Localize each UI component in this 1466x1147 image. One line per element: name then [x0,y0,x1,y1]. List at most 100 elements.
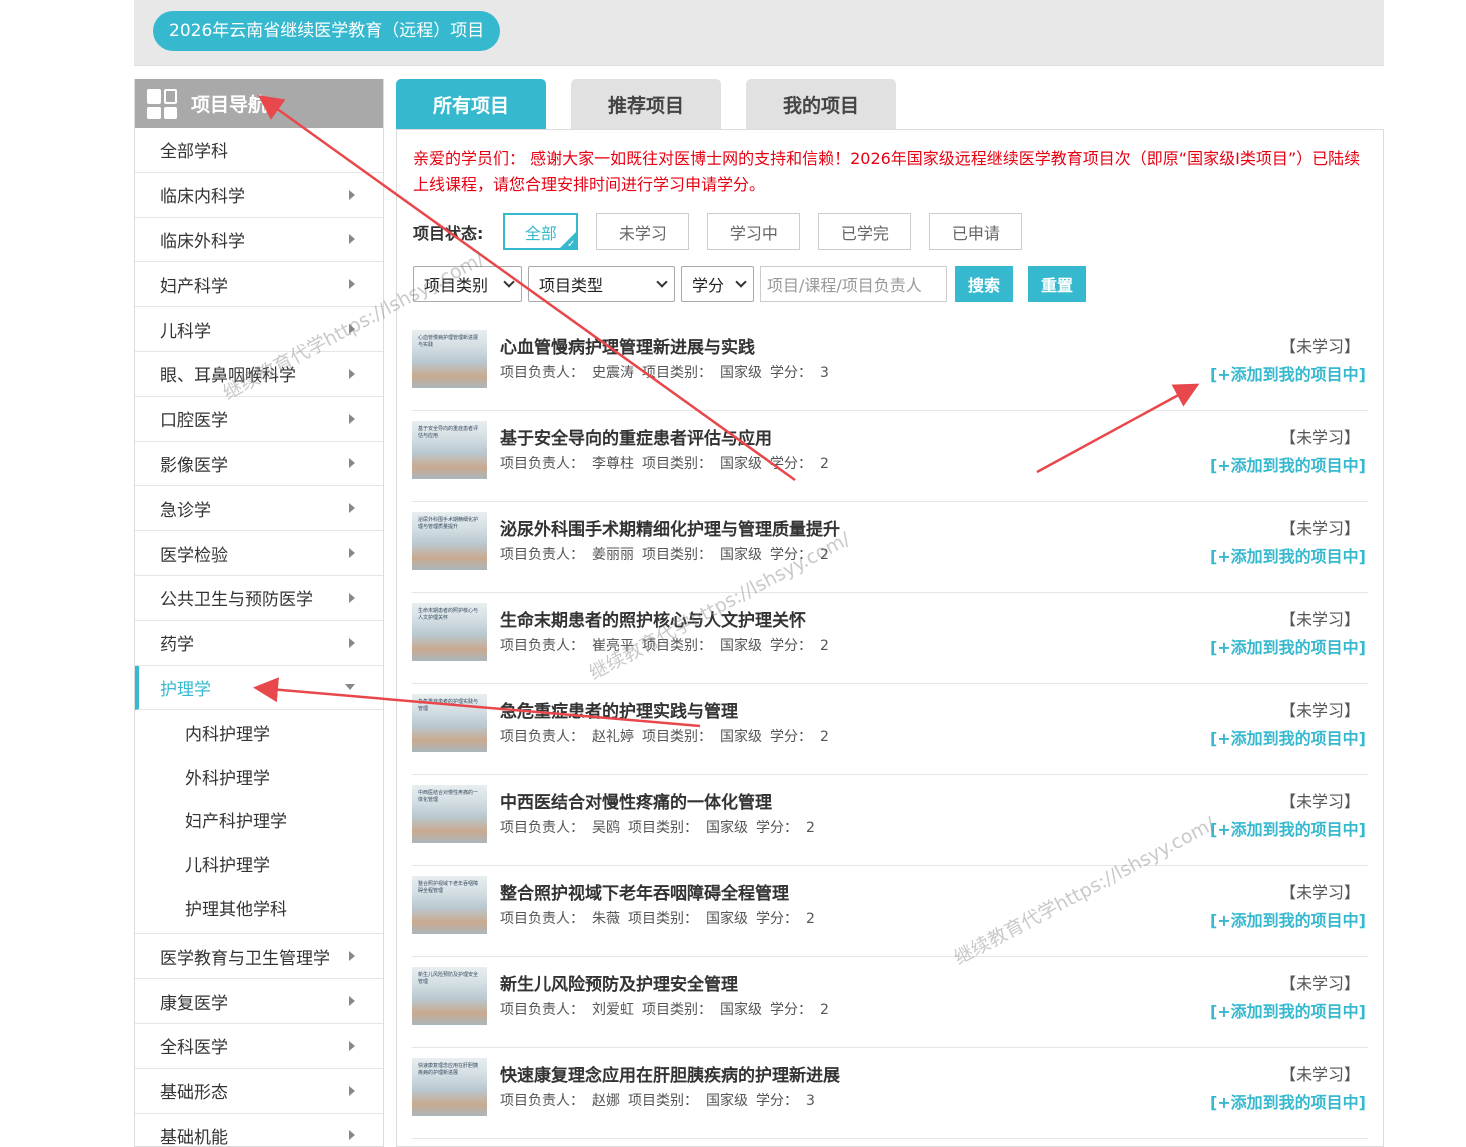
sidebar-item[interactable]: 全部学科 [135,128,383,173]
course-thumbnail[interactable]: 心血管慢病护理管理新进展与实践 [412,330,487,388]
category-value: 国家级 [720,547,762,563]
type-select[interactable]: 项目类型 [528,266,675,302]
course-title[interactable]: 泌尿外科围手术期精细化护理与管理质量提升 [500,515,840,540]
credit-value: 2 [820,638,829,654]
sidebar-item[interactable]: 基础形态 [135,1069,383,1114]
add-to-my-projects-link[interactable]: [+添加到我的项目中] [1210,1089,1366,1113]
sidebar-item-label: 医学检验 [160,545,228,566]
category-label: 项目类别： [628,911,698,927]
course-thumbnail[interactable]: 基于安全导向的重症患者评估与应用 [412,421,487,479]
category-label: 项目类别： [628,1093,698,1109]
sidebar-item[interactable]: 护理学 [135,665,383,711]
add-to-my-projects-link[interactable]: [+添加到我的项目中] [1210,907,1366,931]
sidebar-item-label: 全科医学 [160,1038,228,1059]
sidebar-item[interactable]: 临床内科学 [135,173,383,218]
status-filter: 项目状态: 全部 ✓ 未学习 学习中 已学完 已申请 [413,213,1040,250]
add-to-my-projects-link[interactable]: [+添加到我的项目中] [1210,634,1366,658]
course-thumbnail[interactable]: 快速康复理念应用在肝胆胰疾病的护理新进展 [412,1058,487,1116]
add-to-my-projects-link[interactable]: [+添加到我的项目中] [1210,361,1366,385]
sidebar-subitem[interactable]: 内科护理学 [135,710,383,754]
caret-right-icon [349,951,355,962]
credit-label: 学分： [770,456,812,472]
search-input[interactable]: 项目/课程/项目负责人 [760,266,947,302]
sidebar-item[interactable]: 临床外科学 [135,218,383,263]
course-title[interactable]: 基于安全导向的重症患者评估与应用 [500,424,772,449]
sidebar-item[interactable]: 医学检验 [135,531,383,576]
credit-value: 3 [806,1093,815,1109]
thumbnail-caption: 中西医结合对慢性疼痛的一体化管理 [418,790,479,803]
sidebar-item[interactable]: 医学教育与卫生管理学 [135,934,383,980]
sidebar-item[interactable]: 公共卫生与预防医学 [135,576,383,621]
sidebar-item-label: 基础机能 [160,1127,228,1147]
main-panel: 亲爱的学员们： 感谢大家一如既往对医博士网的支持和信赖！2026年国家级远程继续… [396,129,1384,1147]
course-thumbnail[interactable]: 急危重症患者的护理实践与管理 [412,694,487,752]
caret-right-icon [349,413,355,424]
course-title[interactable]: 急危重症患者的护理实践与管理 [500,697,738,722]
course-meta: 项目负责人： 吴鸥 项目类别： 国家级 学分： 2 [500,817,823,837]
caret-right-icon [349,279,355,290]
status-in-progress-button[interactable]: 学习中 [707,213,801,250]
credit-value: 3 [820,365,829,381]
thumbnail-caption: 基于安全导向的重症患者评估与应用 [418,426,479,439]
status-completed-button[interactable]: 已学完 [818,213,912,250]
status-applied-button[interactable]: 已申请 [929,213,1023,250]
sidebar-item[interactable]: 全科医学 [135,1024,383,1069]
course-thumbnail[interactable]: 新生儿风险预防及护理安全管理 [412,967,487,1025]
sidebar-subitem[interactable]: 外科护理学 [135,754,383,798]
project-title-pill[interactable]: 2026年云南省继续医学教育（远程）项目 [153,11,501,51]
owner-value: 吴鸥 [592,820,620,836]
category-value: 国家级 [720,456,762,472]
search-button[interactable]: 搜索 [955,266,1014,302]
category-select[interactable]: 项目类别 [413,266,522,302]
category-value: 国家级 [720,729,762,745]
sidebar-item[interactable]: 基础机能 [135,1114,383,1147]
sidebar-item[interactable]: 眼、耳鼻咽喉科学 [135,352,383,397]
course-meta: 项目负责人： 史震涛 项目类别： 国家级 学分： 3 [500,362,837,382]
chevron-down-icon [503,276,515,288]
course-title[interactable]: 生命末期患者的照护核心与人文护理关怀 [500,606,806,631]
reset-button[interactable]: 重置 [1028,266,1087,302]
sidebar-subitem[interactable]: 妇产科护理学 [135,798,383,842]
category-label: 项目类别： [642,547,712,563]
sidebar-subitem[interactable]: 儿科护理学 [135,842,383,886]
sidebar-item[interactable]: 康复医学 [135,979,383,1024]
tab-recommended-projects[interactable]: 推荐项目 [571,79,721,130]
add-to-my-projects-link[interactable]: [+添加到我的项目中] [1210,998,1366,1022]
tab-my-projects[interactable]: 我的项目 [746,79,896,130]
sidebar-item[interactable]: 儿科学 [135,307,383,352]
course-title[interactable]: 整合照护视域下老年吞咽障碍全程管理 [500,879,789,904]
add-to-my-projects-link[interactable]: [+添加到我的项目中] [1210,543,1366,567]
owner-value: 史震涛 [592,365,634,381]
add-to-my-projects-link[interactable]: [+添加到我的项目中] [1210,452,1366,476]
course-title[interactable]: 心血管慢病护理管理新进展与实践 [500,333,755,358]
course-status: 【未学习】 [1279,337,1360,356]
sidebar-item[interactable]: 口腔医学 [135,397,383,442]
category-label: 项目类别： [642,365,712,381]
credit-value: 2 [806,820,815,836]
sidebar-subitem[interactable]: 护理其他学科 [135,886,383,930]
sidebar-item[interactable]: 影像医学 [135,442,383,487]
course-title[interactable]: 快速康复理念应用在肝胆胰疾病的护理新进展 [500,1061,840,1086]
course-thumbnail[interactable]: 整合照护视域下老年吞咽障碍全程管理 [412,876,487,934]
course-item: 新生儿风险预防及护理安全管理 新生儿风险预防及护理安全管理 项目负责人： 刘爱虹 项目类… [412,957,1368,1048]
status-all-button[interactable]: 全部 ✓ [503,213,579,250]
caret-right-icon [349,637,355,648]
tab-all-projects[interactable]: 所有项目 [396,79,546,130]
course-thumbnail[interactable]: 生命末期患者的照护核心与人文护理关怀 [412,603,487,661]
chevron-down-icon [735,276,747,288]
add-to-my-projects-link[interactable]: [+添加到我的项目中] [1210,725,1366,749]
add-to-my-projects-link[interactable]: [+添加到我的项目中] [1210,816,1366,840]
course-item: 快速康复理念应用在肝胆胰疾病的护理新进展 快速康复理念应用在肝胆胰疾病的护理新进展… [412,1048,1368,1139]
course-thumbnail[interactable]: 泌尿外科围手术期精细化护理与管理质量提升 [412,512,487,570]
sidebar-item[interactable]: 药学 [135,621,383,666]
course-title[interactable]: 中西医结合对慢性疼痛的一体化管理 [500,788,772,813]
sidebar-item[interactable]: 妇产科学 [135,262,383,308]
course-title[interactable]: 新生儿风险预防及护理安全管理 [500,970,738,995]
status-not-started-button[interactable]: 未学习 [596,213,690,250]
credit-select[interactable]: 学分 [681,266,754,302]
course-thumbnail[interactable]: 中西医结合对慢性疼痛的一体化管理 [412,785,487,843]
thumbnail-caption: 新生儿风险预防及护理安全管理 [418,972,479,985]
course-meta: 项目负责人： 李尊柱 项目类别： 国家级 学分： 2 [500,453,837,473]
sidebar-item[interactable]: 急诊学 [135,486,383,532]
category-label: 项目类别： [642,1002,712,1018]
